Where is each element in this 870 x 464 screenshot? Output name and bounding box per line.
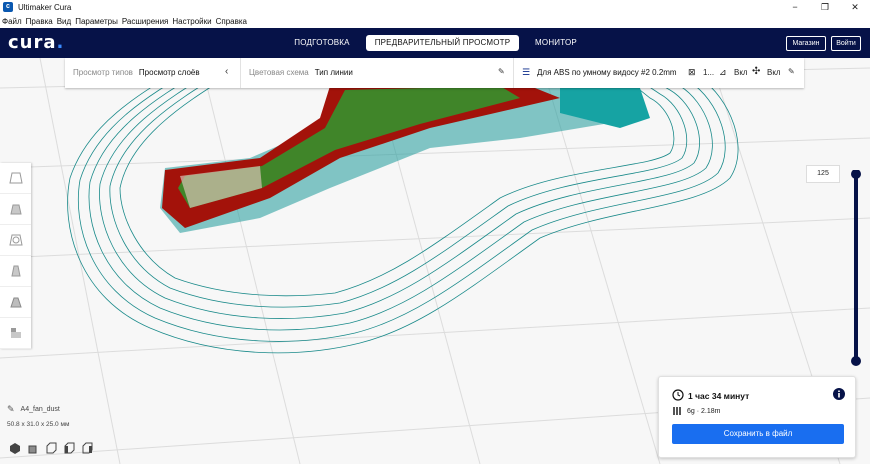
menu-help[interactable]: Справка [216,17,247,26]
layer-slider[interactable] [848,170,864,366]
infill-value[interactable]: 1... [703,68,714,77]
menu-preferences[interactable]: Настройки [172,17,211,26]
move-tool-icon [8,172,23,184]
per-model-settings-tool[interactable] [0,287,31,318]
move-tool[interactable] [0,163,31,194]
view-type-selector[interactable]: Просмотр типов Просмотр слоёв [73,68,200,77]
minimize-button[interactable]: − [780,0,810,14]
mirror-tool-icon [10,265,21,277]
scale-tool[interactable] [0,194,31,225]
filament-icon [673,407,681,415]
chevron-left-icon[interactable]: ‹ [225,66,228,77]
marketplace-button[interactable]: Магазин [786,36,826,51]
edit-settings-icon[interactable]: ✎ [788,67,795,76]
color-scheme-value: Тип линии [314,68,353,77]
color-scheme-selector[interactable]: Цветовая схема Тип линии [249,68,353,77]
per-model-settings-icon [9,297,22,308]
layer-slider-top-handle[interactable] [851,170,861,179]
view-options-bar: Просмотр типов Просмотр слоёв ‹ Цветовая… [65,58,804,88]
support-blocker-icon [10,328,21,338]
rotate-tool[interactable] [0,225,31,256]
cura-app-icon: c [3,2,13,12]
pencil-icon[interactable]: ✎ [7,404,15,415]
maximize-button[interactable]: ❐ [810,0,840,14]
3d-view-icon[interactable] [9,442,21,454]
save-to-file-button[interactable]: Сохранить в файл [672,424,844,444]
menu-file[interactable]: Файл [2,17,22,26]
signin-button[interactable]: Войти [831,36,861,51]
pencil-icon[interactable]: ✎ [498,67,505,76]
color-scheme-label: Цветовая схема [249,68,309,77]
object-info: ✎ A4_fan_dust 50.8 x 31.0 x 25.0 мм [7,404,69,428]
menu-bar: Файл Правка Вид Параметры Расширения Нас… [0,14,870,28]
menu-edit[interactable]: Правка [26,17,53,26]
support-blocker-tool[interactable] [0,318,31,349]
right-view-icon[interactable] [81,442,93,454]
tab-preview[interactable]: ПРЕДВАРИТЕЛЬНЫЙ ПРОСМОТР [366,35,519,51]
tab-prepare[interactable]: ПОДГОТОВКА [286,35,358,51]
menu-extensions[interactable]: Расширения [122,17,169,26]
sliced-model [160,82,650,233]
layer-number-input[interactable]: 125 [806,165,840,183]
window-title-bar: c Ultimaker Cura − ❐ ✕ [0,0,870,14]
support-value[interactable]: Вкл [734,68,748,77]
infill-icon: ⊠ [688,67,696,77]
tab-monitor[interactable]: МОНИТОР [528,35,584,51]
scale-tool-icon [9,204,22,215]
object-name: A4_fan_dust [20,406,60,413]
layer-slider-bottom-handle[interactable] [851,356,861,366]
view-orientation-buttons [9,442,99,454]
material-usage: 6g · 2.18m [687,408,721,415]
tool-panel [0,163,31,349]
clock-icon [672,389,684,401]
object-dimensions: 50.8 x 31.0 x 25.0 мм [7,421,70,428]
top-view-icon[interactable] [45,442,57,454]
view-type-label: Просмотр типов [73,68,133,77]
window-title: Ultimaker Cura [18,2,72,12]
menu-view[interactable]: Вид [57,17,71,26]
left-view-icon[interactable] [63,442,75,454]
mirror-tool[interactable] [0,256,31,287]
menu-settings[interactable]: Параметры [75,17,118,26]
print-info-panel: 1 час 34 минут 6g · 2.18m Сохранить в фа… [658,376,856,458]
print-time: 1 час 34 минут [688,391,750,401]
rotate-tool-icon [8,234,23,246]
adhesion-value[interactable]: Вкл [767,68,781,77]
support-icon: ⊿ [719,67,727,77]
close-button[interactable]: ✕ [840,0,870,14]
front-view-icon[interactable] [27,442,39,454]
cura-logo: cura. [8,32,65,53]
info-icon[interactable] [833,388,845,400]
view-type-value: Просмотр слоёв [138,68,200,77]
profile-icon: ☰ [522,67,531,77]
app-header: cura. ПОДГОТОВКА ПРЕДВАРИТЕЛЬНЫЙ ПРОСМОТ… [0,28,870,58]
print-profile[interactable]: Для ABS по умному видосу #2 0.2mm [537,68,677,77]
adhesion-icon: ✣ [752,66,761,77]
